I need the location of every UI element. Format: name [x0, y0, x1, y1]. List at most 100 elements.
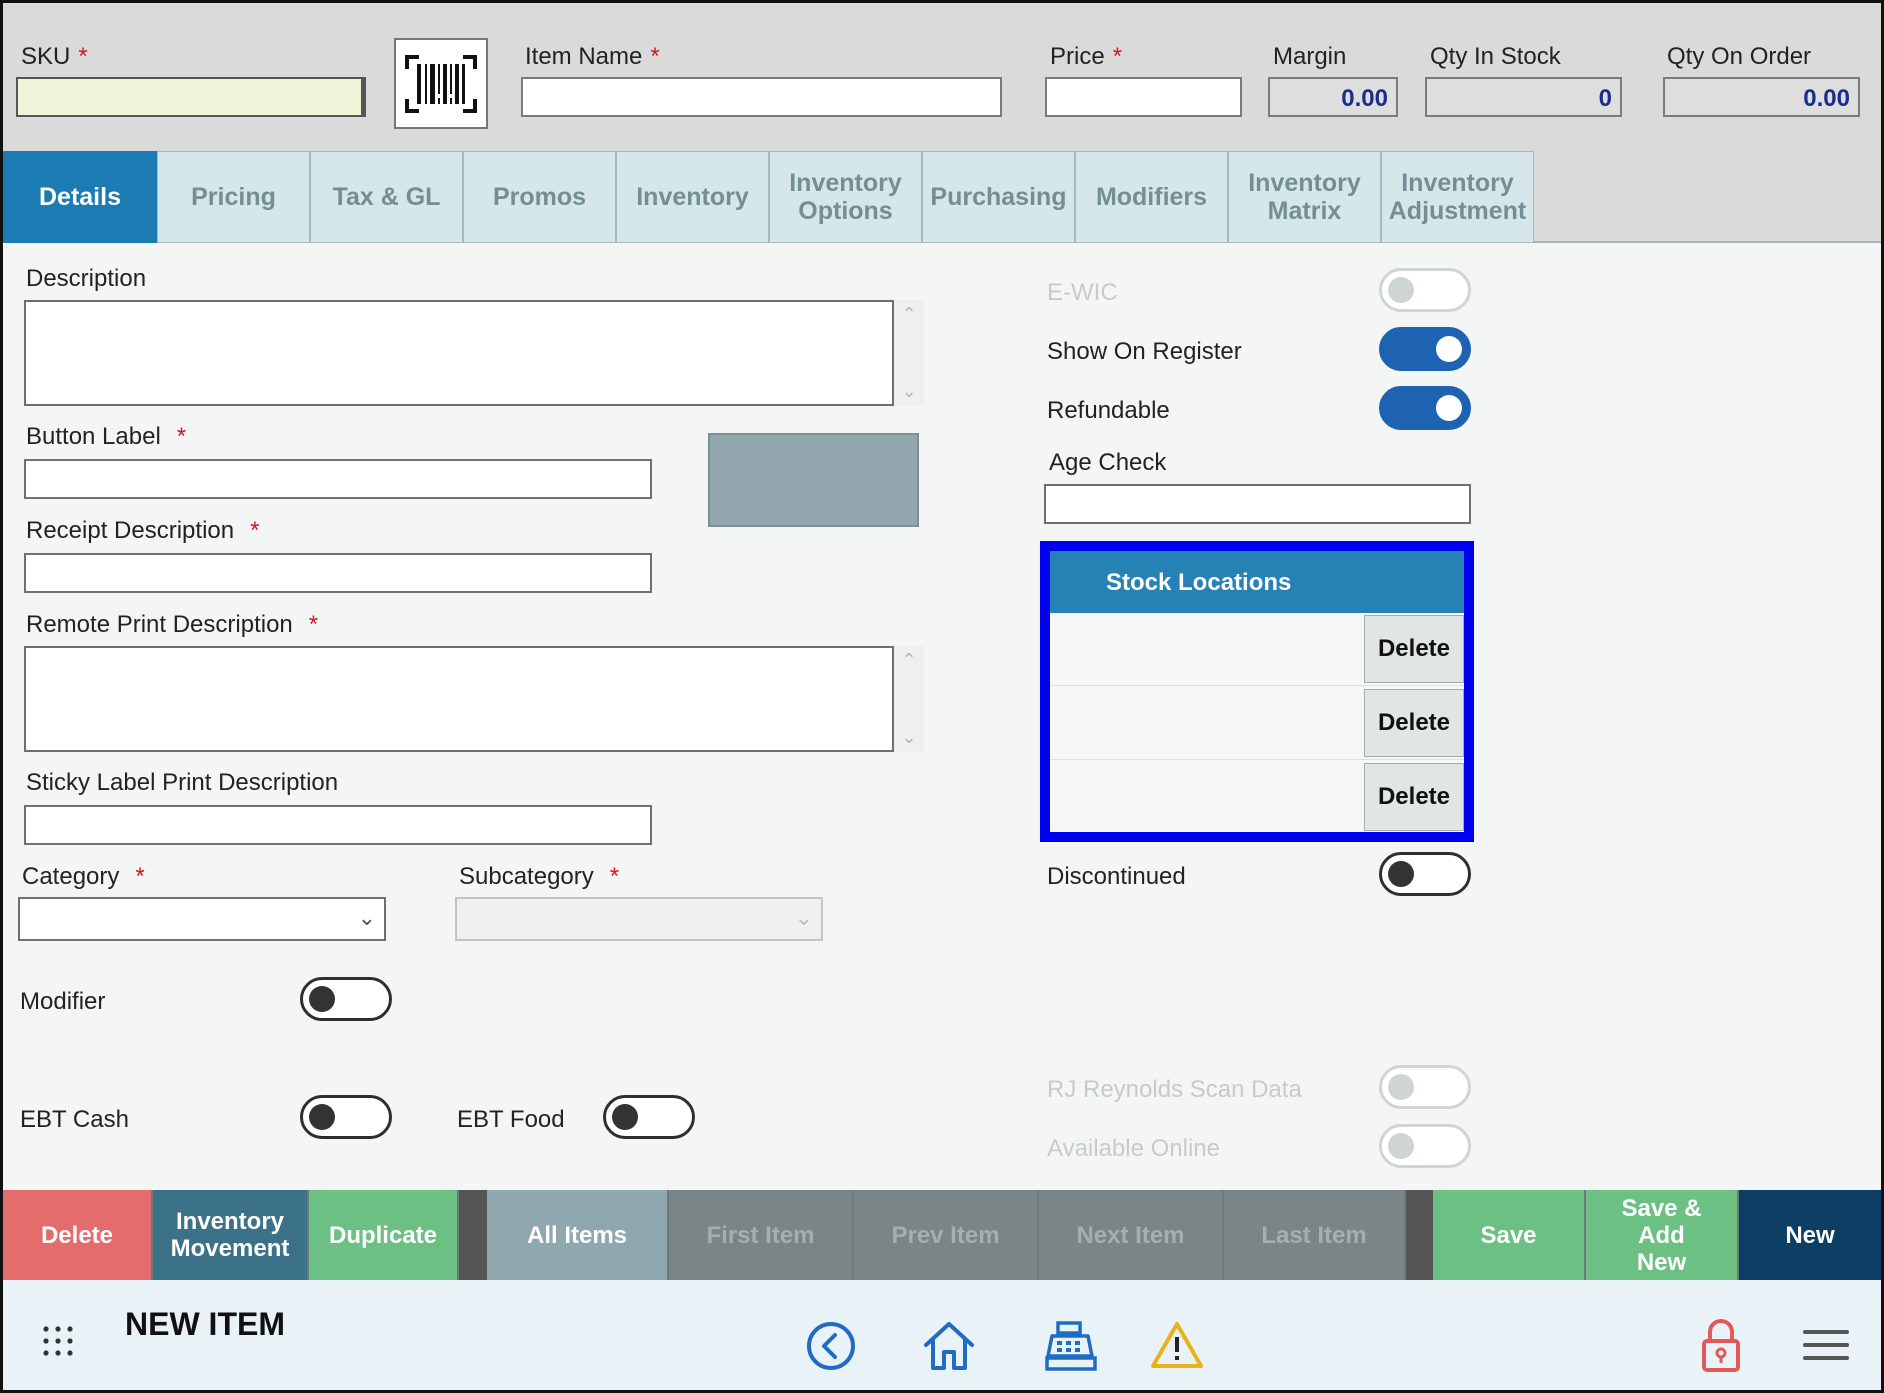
- sticky-label-print-description-label: Sticky Label Print Description: [26, 769, 339, 796]
- receipt-description-label: Receipt Description *: [26, 517, 260, 544]
- page-title: NEW ITEM: [125, 1306, 285, 1342]
- modifier-label: Modifier: [20, 988, 106, 1015]
- button-color-swatch[interactable]: [708, 433, 919, 527]
- chevron-down-icon: ⌄: [357, 905, 376, 930]
- button-label-label: Button Label *: [26, 423, 187, 450]
- ebt-cash-label: EBT Cash: [20, 1106, 129, 1133]
- age-check-input[interactable]: [1044, 484, 1471, 524]
- qty-on-order-label: Qty On Order: [1667, 43, 1812, 70]
- delete-stock-location-button[interactable]: Delete: [1364, 689, 1464, 757]
- toggle-knob: [612, 1104, 638, 1130]
- barcode-scan-button[interactable]: [394, 38, 488, 129]
- toggle-knob: [1388, 277, 1414, 303]
- hamburger-menu-icon[interactable]: [1803, 1326, 1849, 1364]
- tab-inventory-options[interactable]: Inventory Options: [769, 151, 922, 243]
- subcategory-label: Subcategory *: [459, 863, 620, 890]
- next-item-button[interactable]: Next Item: [1039, 1190, 1224, 1280]
- remote-print-description-label: Remote Print Description *: [26, 611, 319, 638]
- price-label: Price *: [1050, 43, 1123, 70]
- modifier-toggle[interactable]: [300, 977, 392, 1021]
- cash-register-icon[interactable]: [1043, 1318, 1099, 1374]
- delete-stock-location-button[interactable]: Delete: [1364, 763, 1464, 831]
- tab-bar: Details Pricing Tax & GL Promos Inventor…: [3, 151, 1881, 243]
- refundable-toggle[interactable]: [1379, 386, 1471, 430]
- footer-bar: NEW ITEM: [3, 1280, 1881, 1390]
- all-items-button[interactable]: All Items: [487, 1190, 669, 1280]
- remote-print-scrollbar[interactable]: ⌃ ⌄: [894, 646, 924, 752]
- action-bar: Delete Inventory Movement Duplicate All …: [3, 1190, 1881, 1280]
- scroll-down-icon[interactable]: ⌄: [894, 727, 924, 748]
- stock-location-row: Delete: [1050, 761, 1464, 834]
- discontinued-label: Discontinued: [1047, 863, 1186, 890]
- discontinued-toggle[interactable]: [1379, 852, 1471, 896]
- stock-locations-panel: Stock Locations Delete Delete Delete: [1040, 541, 1474, 842]
- toggle-knob: [1388, 1074, 1414, 1100]
- tab-inventory-adjustment[interactable]: Inventory Adjustment: [1381, 151, 1534, 243]
- inventory-movement-button[interactable]: Inventory Movement: [153, 1190, 309, 1280]
- description-scrollbar[interactable]: ⌃ ⌄: [894, 300, 924, 406]
- refundable-label: Refundable: [1047, 397, 1170, 424]
- last-item-button[interactable]: Last Item: [1224, 1190, 1406, 1280]
- delete-item-button[interactable]: Delete: [3, 1190, 153, 1280]
- show-on-register-toggle[interactable]: [1379, 327, 1471, 371]
- category-label: Category *: [22, 863, 145, 890]
- tab-inventory-matrix[interactable]: Inventory Matrix: [1228, 151, 1381, 243]
- stock-locations-header: Stock Locations: [1050, 551, 1464, 613]
- chevron-down-icon: ⌄: [794, 905, 813, 930]
- scroll-up-icon[interactable]: ⌃: [894, 650, 924, 671]
- delete-stock-location-button[interactable]: Delete: [1364, 615, 1464, 683]
- subcategory-select[interactable]: ⌄: [455, 897, 823, 941]
- tab-promos[interactable]: Promos: [463, 151, 616, 243]
- button-label-input[interactable]: [24, 459, 652, 499]
- item-header: SKU* Item Name* Price* Margin 0.00 Qt: [3, 3, 1881, 151]
- ebt-cash-toggle[interactable]: [300, 1095, 392, 1139]
- item-name-label: Item Name *: [525, 43, 660, 70]
- toggle-knob: [1436, 336, 1462, 362]
- ewic-toggle[interactable]: [1379, 268, 1471, 312]
- tab-details[interactable]: Details: [3, 151, 157, 243]
- sticky-label-print-description-input[interactable]: [24, 805, 652, 845]
- description-textarea[interactable]: [24, 300, 894, 406]
- remote-print-description-textarea[interactable]: [24, 646, 894, 752]
- rj-reynolds-scan-data-label: RJ Reynolds Scan Data: [1047, 1076, 1302, 1103]
- item-name-input[interactable]: [521, 77, 1002, 117]
- first-item-button[interactable]: First Item: [669, 1190, 854, 1280]
- warning-icon[interactable]: [1149, 1318, 1205, 1372]
- price-input[interactable]: [1045, 77, 1242, 117]
- new-button[interactable]: New: [1739, 1190, 1881, 1280]
- tab-pricing[interactable]: Pricing: [157, 151, 310, 243]
- scroll-down-icon[interactable]: ⌄: [894, 381, 924, 402]
- toggle-knob: [1388, 1133, 1414, 1159]
- tab-modifiers[interactable]: Modifiers: [1075, 151, 1228, 243]
- qty-in-stock-value: 0: [1425, 77, 1622, 117]
- back-circle-icon[interactable]: [803, 1318, 859, 1374]
- ebt-food-toggle[interactable]: [603, 1095, 695, 1139]
- age-check-label: Age Check: [1049, 449, 1167, 476]
- rj-reynolds-scan-data-toggle[interactable]: [1379, 1065, 1471, 1109]
- margin-label: Margin: [1273, 43, 1347, 70]
- sku-input[interactable]: [16, 77, 366, 117]
- available-online-toggle[interactable]: [1379, 1124, 1471, 1168]
- sku-label: SKU *: [21, 43, 88, 70]
- margin-value: 0.00: [1268, 77, 1398, 117]
- barcode-scan-icon: [405, 54, 477, 113]
- available-online-label: Available Online: [1047, 1135, 1221, 1162]
- toggle-knob: [1436, 395, 1462, 421]
- tab-tax-gl[interactable]: Tax & GL: [310, 151, 463, 243]
- category-select[interactable]: ⌄: [18, 897, 386, 941]
- apps-grid-icon[interactable]: [39, 1322, 77, 1360]
- save-and-add-new-button[interactable]: Save & Add New: [1586, 1190, 1739, 1280]
- prev-item-button[interactable]: Prev Item: [854, 1190, 1039, 1280]
- tab-inventory[interactable]: Inventory: [616, 151, 769, 243]
- home-icon[interactable]: [919, 1316, 979, 1376]
- save-button[interactable]: Save: [1433, 1190, 1586, 1280]
- description-label: Description: [26, 265, 147, 292]
- ewic-label: E-WIC: [1047, 279, 1118, 306]
- receipt-description-input[interactable]: [24, 553, 652, 593]
- scroll-up-icon[interactable]: ⌃: [894, 304, 924, 325]
- duplicate-button[interactable]: Duplicate: [309, 1190, 459, 1280]
- qty-in-stock-label: Qty In Stock: [1430, 43, 1561, 70]
- toggle-knob: [1388, 861, 1414, 887]
- lock-icon[interactable]: [1699, 1316, 1743, 1374]
- tab-purchasing[interactable]: Purchasing: [922, 151, 1075, 243]
